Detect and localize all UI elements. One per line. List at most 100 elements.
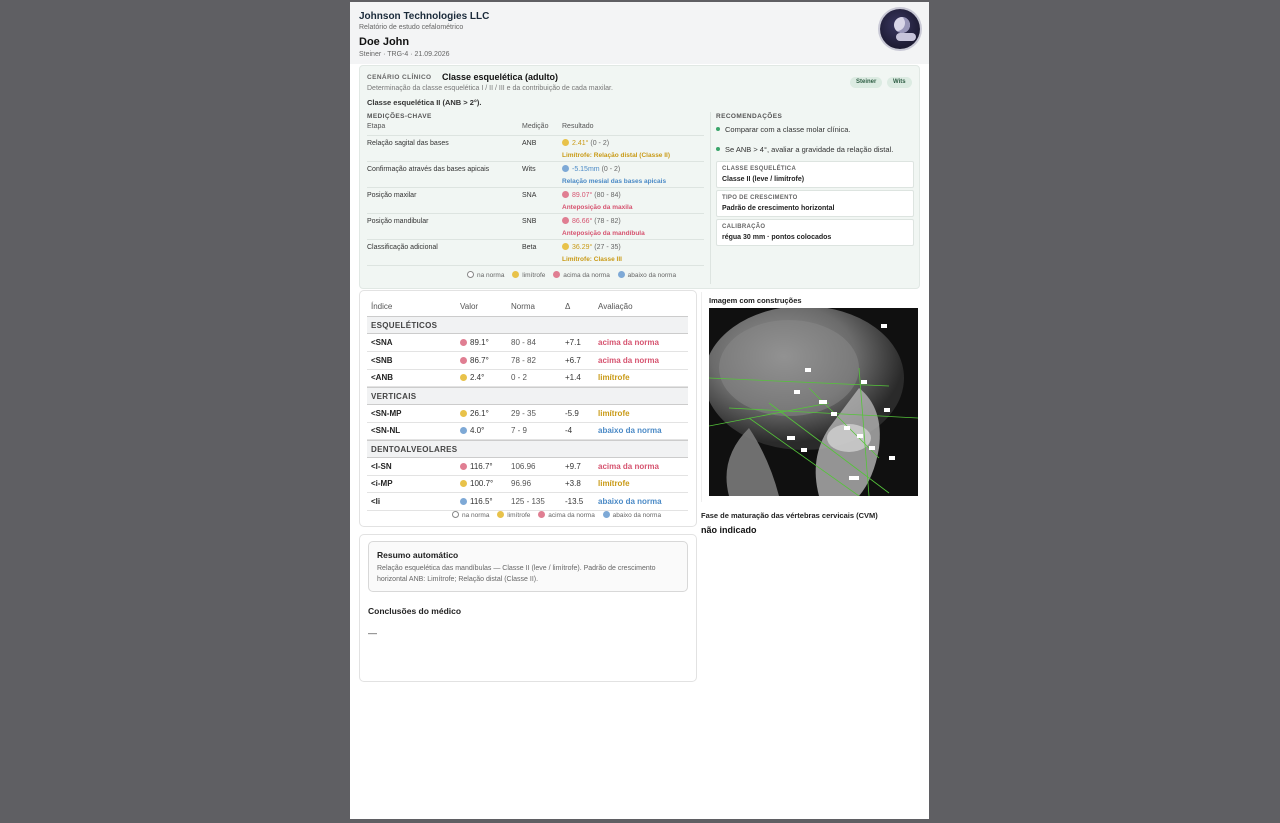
recommendations-label: RECOMENDAÇÕES [716,113,783,120]
status-dot-icon [460,497,467,505]
index-row: <SNA 89.1° 80 - 84 +7.1 acima da norma [367,334,688,352]
index-name: <i-MP [371,479,393,488]
measure-value: -5.15mm [572,166,600,173]
status-dot-icon [562,191,569,198]
index-value-text: 4.0° [470,426,485,435]
box-label: TIPO DE CRESCIMENTO [722,195,798,201]
index-delta: -4 [565,426,573,435]
cephalometric-xray-image [709,308,918,496]
col-delta: Δ [565,302,571,311]
index-norm: 96.96 [511,479,532,488]
index-row: <i-MP 100.7° 96.96 +3.8 limítrofe [367,475,688,493]
clinical-scenario-title: Classe esquelética (adulto) [442,72,559,82]
status-dot-icon [562,243,569,250]
index-value: 89.1° [460,338,489,347]
status-dot-icon [460,462,467,470]
index-norm: 29 - 35 [511,408,536,418]
measure-note: Limítrofe: Relação distal (Classe II) [562,152,671,159]
calibration-box: CALIBRAÇÃO régua 30 mm · pontos colocado… [716,219,914,246]
measure-row: Relação sagital das bases ANB 2.41° (0 - 2… [367,136,704,162]
section-title: VERTICAIS [371,391,417,401]
legend-below: abaixo da norma [627,272,677,279]
measure-row: Posição maxilar SNA 89.07° (80 - 84) Antepo… [367,188,704,214]
report-meta: Steiner · TRG-4 · 21.09.2026 [359,51,450,58]
index-evaluation: abaixo da norma [598,496,662,506]
measure-range: (27 - 35) [594,244,621,251]
index-row: <ANB 2.4° 0 - 2 +1.4 limítrofe [367,369,688,387]
index-delta: +9.7 [565,461,581,471]
measure-result: 2.41° (0 - 2) [562,139,609,147]
index-value: 116.5° [460,497,493,506]
company-name: Johnson Technologies LLC [359,11,490,22]
section-header: DENTOALVEOLARES [367,439,688,458]
measure-name: SNA [522,192,537,199]
col-norm: Norma [511,302,536,311]
col-index: Índice [371,302,393,311]
legend-border: limítrofe [522,272,546,279]
image-title: Imagem com construções [709,296,802,305]
index-evaluation: limítrofe [598,373,630,382]
chip-steiner: Steiner [850,77,883,88]
index-name: <SN-NL [371,426,401,435]
measure-result: -5.15mm (0 - 2) [562,165,620,173]
index-delta: +6.7 [565,355,581,365]
index-evaluation: limítrofe [598,408,630,418]
box-label: CLASSE ESQUELÉTICA [722,166,797,172]
measure-step: Confirmação através das bases apicais [367,166,490,173]
measure-note: Relação mesial das bases apicais [562,178,667,185]
index-delta: +3.8 [565,479,581,488]
status-dot-icon [460,427,467,434]
legend-in: na norma [462,512,490,519]
recommendation-text: Se ANB > 4°, avaliar a gravidade da rela… [725,145,894,154]
index-evaluation: acima da norma [598,461,659,471]
status-dot-icon [562,139,569,146]
box-value: Padrão de crescimento horizontal [722,205,835,212]
measure-row: Confirmação através das bases apicais Wit… [367,162,704,188]
legend-dot-above [538,511,546,518]
index-value-text: 86.7° [470,355,489,365]
measure-name: SNB [522,218,537,225]
measure-note: Anteposição da mandíbula [562,230,645,237]
index-evaluation: acima da norma [598,338,659,347]
box-value: Classe II (leve / limítrofe) [722,176,805,183]
legend-above: acima da norma [548,512,595,519]
index-name: <I-SN [371,461,392,471]
measure-value: 89.07° [572,192,593,199]
index-value: 100.7° [460,479,493,488]
section-title: ESQUELÉTICOS [371,321,438,330]
patient-name: Doe John [359,36,410,48]
index-value-text: 2.4° [470,373,485,382]
doctor-conclusions-text[interactable]: — [368,628,377,638]
measure-value: 2.41° [572,140,589,147]
index-row: <Ii 116.5° 125 - 135 -13.5 abaixo da norma [367,493,688,511]
measure-step: Posição mandibular [367,218,429,225]
index-row: <SNB 86.7° 78 - 82 +6.7 acima da norma [367,352,688,370]
index-name: <SN-MP [371,408,402,418]
index-value-text: 116.5° [470,496,493,506]
index-evaluation: acima da norma [598,355,659,365]
panel-divider [710,112,711,284]
section-header: ESQUELÉTICOS [367,316,688,334]
skeletal-class-box: CLASSE ESQUELÉTICA Classe II (leve / lim… [716,161,914,188]
index-value: 4.0° [460,426,484,435]
status-dot-icon [460,409,467,417]
measure-note: Limítrofe: Classe III [562,256,622,263]
status-dot-icon [460,480,467,487]
key-measures-header: Etapa Medição Resultado [367,123,704,136]
measure-name: Wits [522,166,536,173]
recommendation-text: Comparar com a classe molar clínica. [725,125,851,134]
indices-panel: Índice Valor Norma Δ Avaliação na norma … [359,290,697,527]
index-delta: +7.1 [565,338,581,347]
auto-summary-box: Resumo automático Relação esquelética da… [368,541,688,592]
measures-legend: na norma limítrofe acima da norma abaixo… [461,271,676,279]
growth-type-box: TIPO DE CRESCIMENTO Padrão de cresciment… [716,190,914,217]
measure-value: 86.66° [572,218,593,225]
measure-step: Posição maxilar [367,192,417,199]
status-dot-icon [562,165,569,172]
measure-range: (80 - 84) [594,192,621,199]
clinical-scenario-result: Classe esquelética II (ANB > 2°). [367,98,482,107]
measure-value: 36.29° [572,244,593,251]
status-dot-icon [562,217,569,224]
cvm-value: não indicado [701,525,757,535]
report-header: Johnson Technologies LLC Relatório de es… [350,2,929,64]
